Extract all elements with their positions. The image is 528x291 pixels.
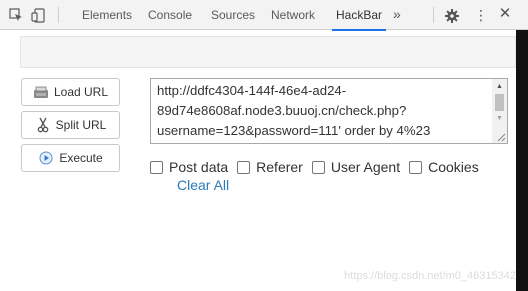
- clear-all-link[interactable]: Clear All: [177, 177, 229, 193]
- resize-grip-icon[interactable]: [496, 132, 506, 142]
- url-line: username=123&password=111' order by 4%23: [157, 123, 431, 138]
- cookies-label: Cookies: [428, 159, 479, 175]
- play-icon: [38, 150, 54, 166]
- split-url-label: Split URL: [55, 118, 107, 132]
- post-data-option[interactable]: Post data: [150, 159, 228, 175]
- gear-icon[interactable]: [444, 8, 460, 24]
- scroll-up-arrow-icon[interactable]: ▲: [496, 83, 503, 90]
- load-url-button[interactable]: Load URL: [21, 78, 120, 106]
- more-tabs-button[interactable]: »: [393, 0, 401, 30]
- kebab-menu-icon[interactable]: ⋮: [474, 7, 488, 23]
- toolbar-divider: [58, 7, 59, 23]
- devtools-tab-bar: Elements Console Sources Network HackBar…: [0, 0, 528, 31]
- post-data-label: Post data: [169, 159, 229, 175]
- referer-option[interactable]: Referer: [237, 159, 303, 175]
- watermark: https://blog.csdn.net/m0_46315342: [344, 270, 516, 282]
- tab-network[interactable]: Network: [271, 0, 315, 30]
- url-text-content[interactable]: http://ddfc4304-144f-46e4-ad24- 89d74e860…: [157, 81, 487, 141]
- split-url-button[interactable]: Split URL: [21, 111, 120, 139]
- user-agent-checkbox[interactable]: [311, 160, 325, 174]
- toolbar-divider: [433, 7, 434, 23]
- execute-button[interactable]: Execute: [21, 144, 120, 172]
- load-url-label: Load URL: [53, 85, 109, 99]
- url-textarea[interactable]: http://ddfc4304-144f-46e4-ad24- 89d74e860…: [150, 78, 508, 144]
- inspect-icon[interactable]: [8, 7, 24, 23]
- post-data-checkbox[interactable]: [150, 160, 163, 174]
- tab-console[interactable]: Console: [148, 0, 192, 30]
- scissors-icon: [35, 117, 51, 133]
- tab-sources[interactable]: Sources: [211, 0, 255, 30]
- hackbar-menu-strip: [20, 36, 516, 68]
- device-toggle-icon[interactable]: [30, 7, 46, 23]
- execute-label: Execute: [59, 151, 103, 165]
- cookies-checkbox[interactable]: [409, 160, 423, 174]
- referer-checkbox[interactable]: [237, 160, 251, 174]
- url-line: 89d74e8608af.node3.buuoj.cn/check.php?: [157, 103, 407, 118]
- user-agent-option[interactable]: User Agent: [311, 159, 401, 175]
- user-agent-label: User Agent: [330, 159, 401, 175]
- cookies-option[interactable]: Cookies: [409, 159, 479, 175]
- load-url-icon: [33, 84, 49, 100]
- scroll-thumb[interactable]: [495, 94, 504, 111]
- close-icon[interactable]: ✕: [497, 6, 513, 22]
- tab-elements[interactable]: Elements: [82, 0, 132, 30]
- window-edge: [516, 30, 528, 291]
- request-options: Post data Referer User Agent Cookies: [150, 157, 488, 177]
- tab-hackbar[interactable]: HackBar: [331, 0, 387, 31]
- referer-label: Referer: [256, 159, 303, 175]
- scroll-down-arrow-icon[interactable]: ▼: [496, 115, 503, 122]
- url-line: http://ddfc4304-144f-46e4-ad24-: [157, 83, 347, 98]
